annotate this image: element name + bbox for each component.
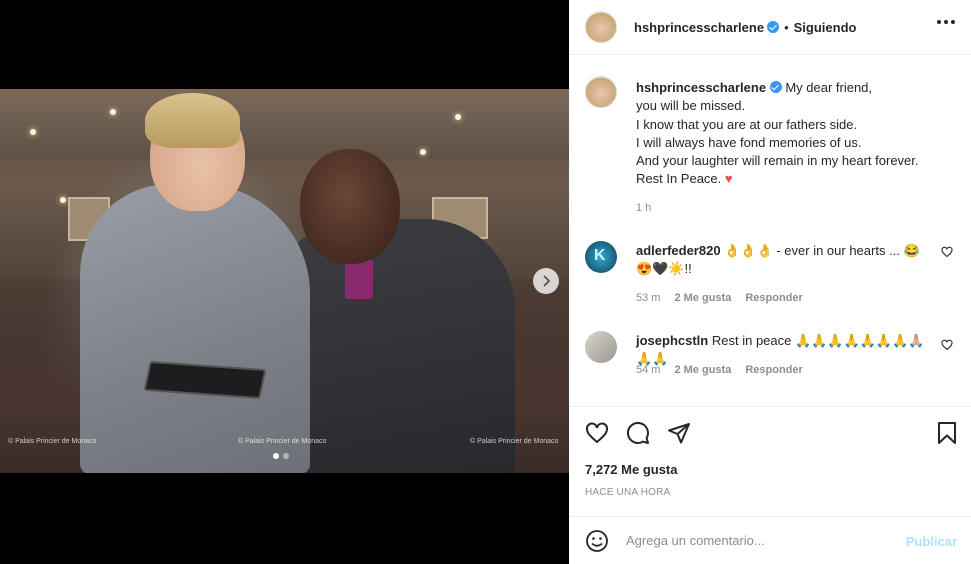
caption-text: My dear friend, you will be missed. I kn…	[636, 80, 919, 187]
heart-icon[interactable]	[585, 421, 609, 445]
post-media: © Palais Princier de Monaco © Palais Pri…	[0, 0, 569, 564]
commenter-username[interactable]: josephcstln	[636, 333, 708, 348]
post-photo[interactable]: © Palais Princier de Monaco © Palais Pri…	[0, 89, 569, 473]
comment-likes[interactable]: 2 Me gusta	[674, 364, 731, 376]
commenter-username[interactable]: adlerfeder820	[636, 243, 721, 258]
more-options-icon[interactable]	[937, 20, 955, 24]
post-sidebar: hshprincesscharlene • Siguiendo hshprinc…	[569, 0, 971, 564]
photo-watermark: © Palais Princier de Monaco	[238, 438, 327, 445]
author-username[interactable]: hshprincesscharlene	[634, 20, 764, 35]
reply-button[interactable]: Responder	[745, 364, 802, 376]
share-icon[interactable]	[667, 421, 691, 445]
caption-time[interactable]: 1 h	[636, 202, 651, 214]
post-actions: 7,272 Me gusta HACE UNA HORA	[569, 406, 971, 516]
photo-watermark: © Palais Princier de Monaco	[8, 438, 97, 445]
verified-badge-icon	[767, 21, 780, 33]
commenter-avatar[interactable]	[585, 331, 617, 363]
caption-avatar[interactable]	[585, 76, 617, 108]
comment-time[interactable]: 54 m	[636, 364, 660, 376]
bookmark-icon[interactable]	[935, 421, 959, 445]
commenter-avatar[interactable]	[585, 241, 617, 273]
likes-count[interactable]: 7,272 Me gusta	[585, 462, 678, 477]
comment-input[interactable]	[626, 533, 896, 548]
reply-button[interactable]: Responder	[745, 292, 802, 304]
comment-like-heart-icon[interactable]	[941, 246, 953, 258]
carousel-indicator	[273, 453, 289, 459]
following-button[interactable]: Siguiendo	[794, 20, 857, 35]
carousel-next-button[interactable]	[533, 268, 559, 294]
post-timestamp[interactable]: HACE UNA HORA	[585, 487, 670, 498]
comment-time[interactable]: 53 m	[636, 292, 660, 304]
carousel-dot	[283, 453, 289, 459]
chevron-right-icon	[543, 275, 551, 287]
post-header: hshprincesscharlene • Siguiendo	[569, 0, 971, 55]
comment-likes[interactable]: 2 Me gusta	[674, 292, 731, 304]
author-avatar[interactable]	[585, 11, 617, 43]
publish-button[interactable]: Publicar	[906, 534, 957, 549]
heart-emoji: ♥	[724, 171, 733, 187]
add-comment-bar: Publicar	[569, 516, 971, 564]
comments-section[interactable]: hshprincesscharlene My dear friend, you …	[569, 56, 971, 406]
photo-watermark: © Palais Princier de Monaco	[470, 438, 559, 445]
caption-username[interactable]: hshprincesscharlene	[636, 80, 766, 95]
verified-badge-icon	[769, 81, 782, 93]
separator-dot: •	[784, 19, 789, 35]
comment-like-heart-icon[interactable]	[941, 339, 953, 351]
carousel-dot-active	[273, 453, 279, 459]
emoji-icon[interactable]	[585, 529, 609, 553]
comment-icon[interactable]	[626, 421, 650, 445]
